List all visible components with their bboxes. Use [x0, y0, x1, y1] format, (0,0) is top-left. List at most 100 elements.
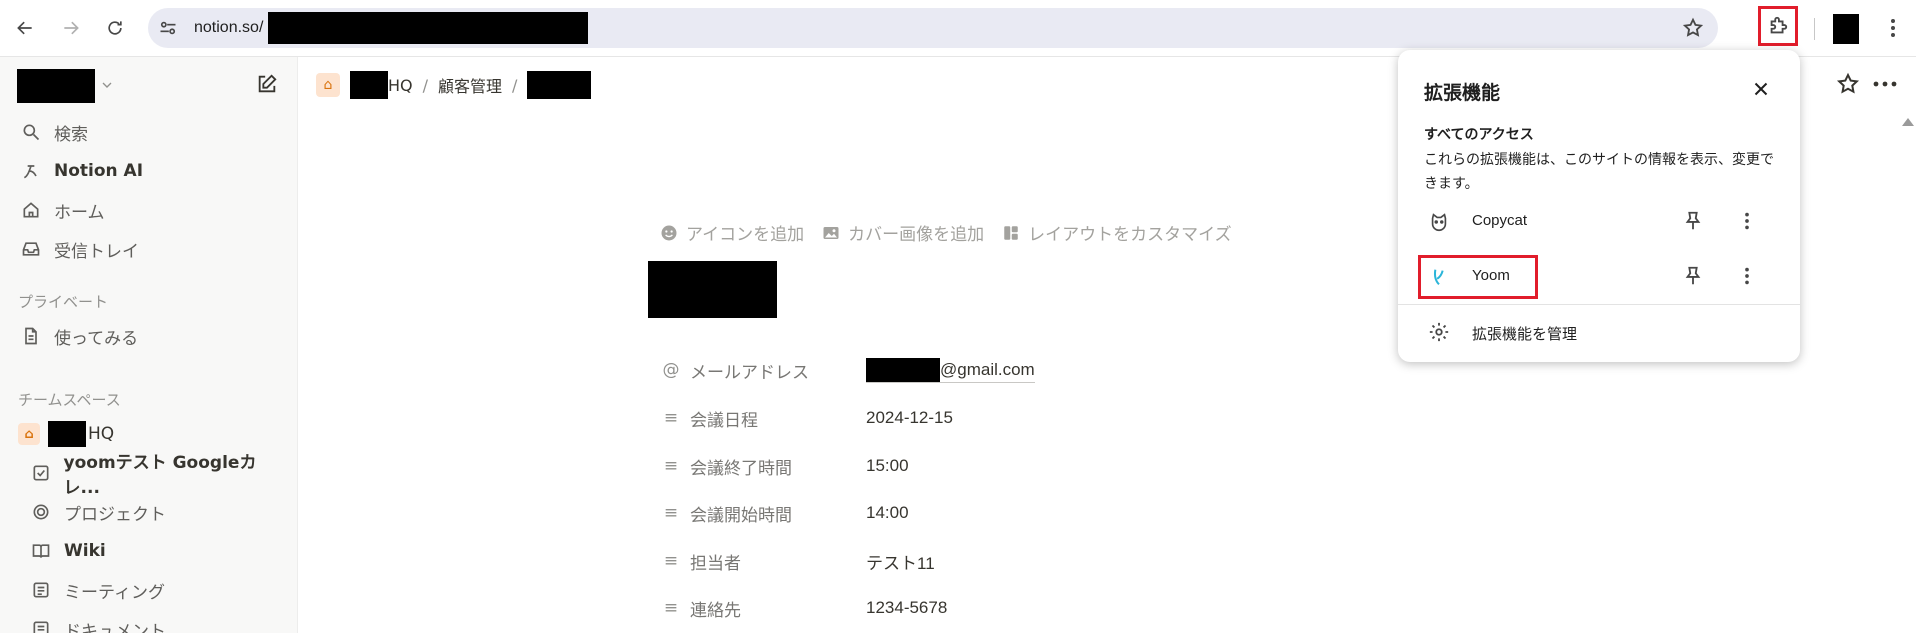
arrow-right-icon	[64, 21, 79, 35]
extensions-button[interactable]	[1758, 6, 1798, 46]
sidebar-item-label: プロジェクト	[64, 504, 166, 525]
smiley-icon	[661, 225, 677, 240]
new-page-icon[interactable]	[256, 73, 278, 95]
bookmark-star-icon[interactable]	[1682, 17, 1704, 39]
browser-menu-button[interactable]	[1878, 12, 1908, 44]
customize-layout-label: レイアウトをカスタマイズ	[1028, 225, 1232, 245]
property-value[interactable]: 15:00	[866, 456, 909, 476]
page-more-button[interactable]	[1872, 72, 1898, 96]
breadcrumb-current[interactable]	[527, 71, 592, 99]
home-icon[interactable]: ⌂	[316, 73, 340, 97]
sidebar-item-hq[interactable]: ⌂ HQ	[12, 419, 288, 449]
property-label: 担当者	[690, 553, 741, 574]
extension-row-copycat[interactable]: Copycat	[1398, 196, 1800, 248]
text-lines-icon: ≡	[663, 503, 679, 523]
private-section-heading: プライベート	[18, 293, 109, 311]
workspace-name[interactable]	[17, 69, 95, 103]
search-icon	[20, 121, 42, 143]
sidebar-item-notion-ai[interactable]: Notion AI	[12, 156, 288, 186]
customize-layout-button[interactable]: レイアウトをカスタマイズ	[1002, 220, 1232, 245]
chevron-down-icon[interactable]	[99, 77, 115, 93]
sidebar-item-documents[interactable]: ドキュメント	[12, 614, 288, 633]
property-row-meeting-start[interactable]: ≡ 会議開始時間 14:00	[662, 498, 1362, 528]
manage-extensions-button[interactable]: 拡張機能を管理	[1398, 306, 1800, 358]
property-value[interactable]: 1234-5678	[866, 598, 947, 618]
pin-icon[interactable]	[1682, 265, 1704, 287]
breadcrumb-middle[interactable]: 顧客管理	[438, 73, 502, 97]
back-button[interactable]	[8, 11, 42, 45]
site-settings-icon[interactable]	[158, 18, 178, 38]
target-icon	[30, 501, 52, 523]
favorite-button[interactable]	[1836, 72, 1860, 96]
more-vertical-icon[interactable]	[1736, 265, 1758, 287]
extension-row-yoom[interactable]: Yoom	[1398, 251, 1800, 303]
sidebar-item-meeting[interactable]: ミーティング	[12, 575, 288, 605]
sidebar-item-label: 検索	[54, 124, 88, 145]
breadcrumb-root[interactable]: HQ	[388, 76, 413, 95]
home-icon	[20, 199, 42, 221]
property-label: メールアドレス	[690, 362, 809, 383]
extension-name: Copycat	[1472, 212, 1528, 229]
property-label: 連絡先	[690, 600, 741, 621]
property-value[interactable]: 14:00	[866, 503, 909, 523]
browser-toolbar: notion.so/	[0, 0, 1916, 57]
text-lines-icon: ≡	[663, 598, 679, 618]
notion-ai-icon	[20, 160, 42, 182]
sidebar-item-label: Wiki	[64, 541, 106, 561]
property-row-assignee[interactable]: ≡ 担当者 テスト11	[662, 546, 1362, 576]
more-horizontal-icon	[1873, 81, 1897, 87]
scroll-up-arrow[interactable]	[1902, 118, 1914, 126]
property-row-email[interactable]: @ メールアドレス @gmail.com	[662, 355, 1362, 385]
url-redaction	[268, 12, 588, 44]
breadcrumb-separator: /	[422, 75, 429, 95]
profile-avatar[interactable]	[1833, 14, 1859, 44]
at-sign-icon: @	[662, 360, 680, 380]
close-icon[interactable]	[1750, 78, 1772, 100]
sidebar-item-projects[interactable]: プロジェクト	[12, 497, 288, 527]
property-row-contact[interactable]: ≡ 連絡先 1234-5678	[662, 593, 1362, 623]
page-icon	[20, 325, 42, 347]
property-row-meeting-date[interactable]: ≡ 会議日程 2024-12-15	[662, 403, 1362, 433]
email-redaction	[866, 357, 940, 382]
sidebar-item-search[interactable]: 検索	[12, 117, 288, 147]
sidebar-item-yoom-calendar[interactable]: yoomテスト Googleカレ...	[12, 453, 288, 498]
property-value[interactable]: テスト11	[866, 549, 935, 574]
pin-icon[interactable]	[1682, 210, 1704, 232]
sidebar-item-wiki[interactable]: Wiki	[12, 536, 288, 566]
sidebar-item-tutorial[interactable]: 使ってみる	[12, 321, 288, 351]
page-title[interactable]	[648, 261, 777, 318]
sidebar-item-label: 使ってみる	[54, 328, 139, 349]
text-lines-icon: ≡	[663, 408, 679, 428]
sidebar-item-label: Notion AI	[54, 161, 144, 181]
url-text: notion.so/	[194, 19, 264, 36]
gear-icon	[1429, 322, 1449, 342]
sidebar-item-label: ホーム	[54, 202, 105, 223]
property-row-meeting-end[interactable]: ≡ 会議終了時間 15:00	[662, 451, 1362, 481]
layout-icon	[1004, 225, 1018, 240]
sidebar-item-inbox[interactable]: 受信トレイ	[12, 234, 288, 264]
toolbar-separator	[1814, 18, 1815, 40]
add-cover-button[interactable]: カバー画像を追加	[822, 220, 984, 245]
property-label: 会議日程	[690, 410, 758, 431]
arrow-left-icon	[17, 21, 32, 35]
reload-button[interactable]	[98, 11, 132, 45]
address-bar[interactable]: notion.so/	[148, 8, 1718, 48]
text-lines-icon: ≡	[663, 551, 679, 571]
more-vertical-icon[interactable]	[1736, 210, 1758, 232]
cat-icon	[1431, 213, 1447, 232]
popup-title: 拡張機能	[1424, 82, 1501, 104]
document-icon	[30, 579, 52, 601]
notion-sidebar: 検索 Notion AI ホーム 受信トレイ プライベート 使ってみる チームス…	[0, 57, 298, 633]
email-domain: @gmail.com	[940, 359, 1035, 379]
sidebar-item-label: HQ	[88, 424, 115, 444]
all-access-heading: すべてのアクセス	[1424, 127, 1534, 143]
text-lines-icon: ≡	[663, 456, 679, 476]
forward-button[interactable]	[54, 11, 88, 45]
puzzle-icon	[1770, 16, 1788, 34]
extension-name: Yoom	[1472, 267, 1510, 284]
property-value[interactable]: 2024-12-15	[866, 408, 953, 428]
extensions-popup: 拡張機能 すべてのアクセス これらの拡張機能は、このサイトの情報を表示、変更でき…	[1398, 50, 1800, 362]
property-value[interactable]: @gmail.com	[866, 357, 1035, 383]
sidebar-item-home[interactable]: ホーム	[12, 195, 288, 225]
add-icon-button[interactable]: アイコンを追加	[660, 220, 804, 245]
